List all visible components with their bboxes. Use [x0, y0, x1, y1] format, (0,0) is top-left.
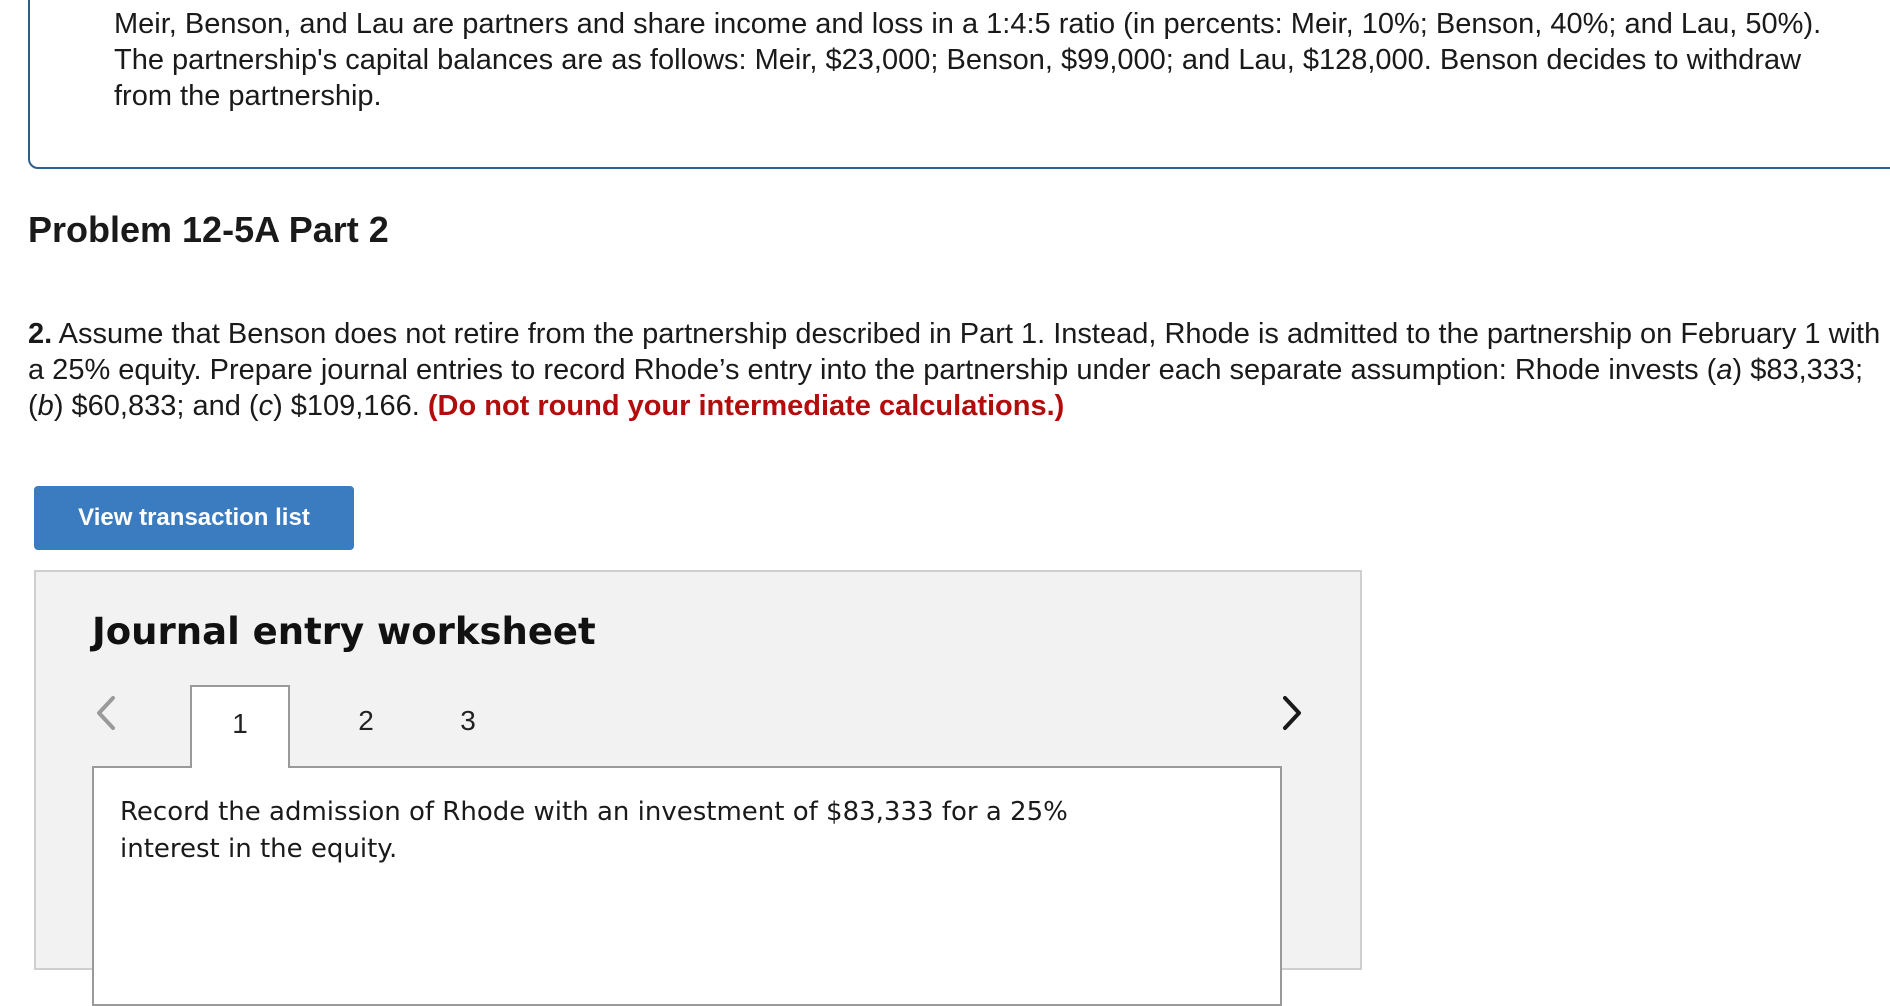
- tab-entry-3[interactable]: 3: [418, 685, 518, 765]
- option-b-label: b: [37, 390, 54, 422]
- question-text-part: ) $60,833; and (: [53, 390, 259, 422]
- chevron-left-icon: [97, 696, 115, 730]
- question-text: 2. Assume that Benson does not retire fr…: [28, 316, 1890, 424]
- tab-entry-1[interactable]: 1: [190, 685, 290, 768]
- next-entry-button[interactable]: [1272, 688, 1312, 738]
- option-a-label: a: [1716, 354, 1733, 386]
- question-text-part: ) $109,166.: [273, 390, 428, 422]
- worksheet-title: Journal entry worksheet: [92, 610, 596, 653]
- rounding-note: (Do not round your intermediate calculat…: [427, 390, 1065, 422]
- chevron-right-icon: [1283, 696, 1301, 730]
- journal-entry-worksheet: Journal entry worksheet 1 2 3 Record the…: [34, 570, 1362, 1006]
- entry-panel: Record the admission of Rhode with an in…: [92, 766, 1282, 1006]
- option-c-label: c: [258, 390, 274, 422]
- intro-text: Meir, Benson, and Lau are partners and s…: [114, 8, 1822, 112]
- entry-instruction: Record the admission of Rhode with an in…: [120, 797, 1068, 864]
- previous-entry-button[interactable]: [86, 688, 126, 738]
- question-number: 2.: [28, 318, 53, 350]
- tab-entry-2[interactable]: 2: [316, 685, 416, 765]
- question-text-part: Assume that Benson does not retire from …: [28, 318, 1881, 386]
- problem-title: Problem 12-5A Part 2: [28, 209, 389, 250]
- view-transaction-list-button[interactable]: View transaction list: [34, 486, 354, 550]
